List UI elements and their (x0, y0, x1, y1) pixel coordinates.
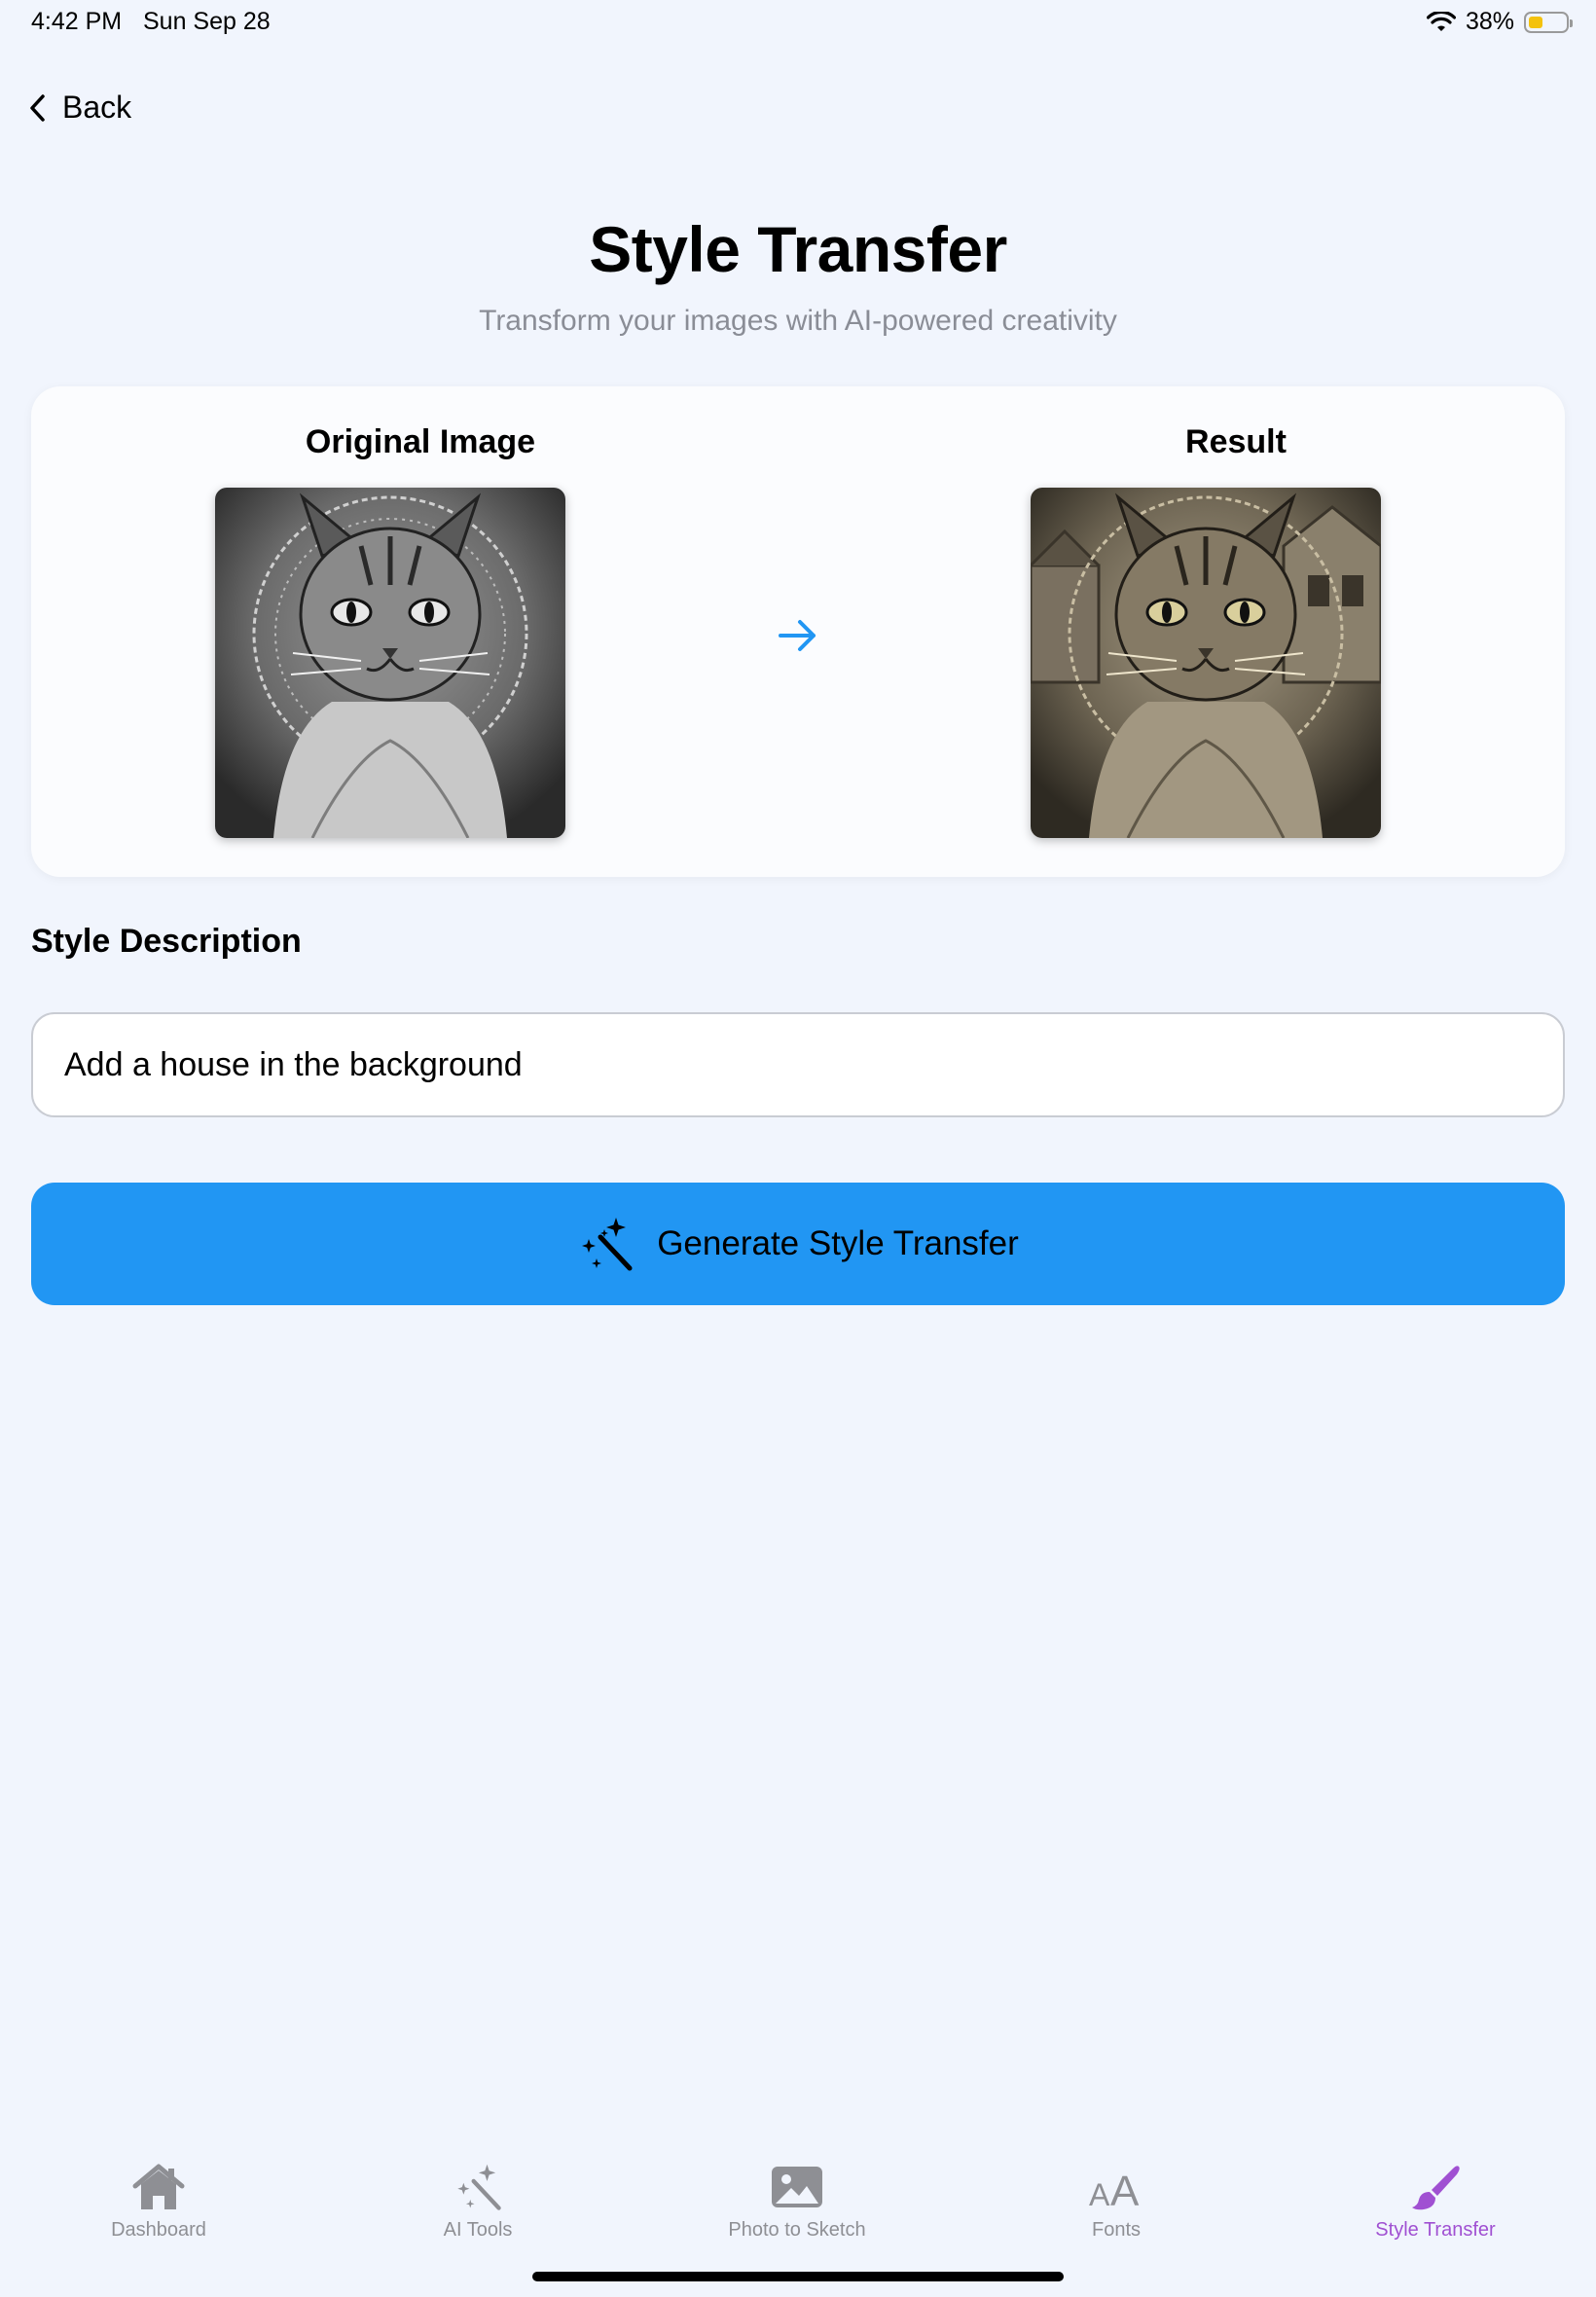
page-subtitle: Transform your images with AI-powered cr… (479, 305, 1117, 337)
tab-ai-tools[interactable]: AI Tools (342, 2161, 614, 2242)
photo-icon (768, 2161, 826, 2213)
arrow-right-icon (779, 620, 816, 651)
home-indicator[interactable] (532, 2272, 1064, 2281)
tab-style-transfer[interactable]: Style Transfer (1299, 2161, 1572, 2242)
page-title: Style Transfer (589, 213, 1007, 285)
comparison-card: Original Image Result (31, 386, 1565, 877)
tab-style-transfer-label: Style Transfer (1375, 2219, 1496, 2241)
tab-bar: Dashboard AI Tools Photo to Sketch A A F… (0, 2161, 1596, 2248)
magic-wand-icon (582, 1218, 633, 1271)
result-image[interactable] (1031, 488, 1381, 838)
style-description-input[interactable]: Add a house in the background (31, 1012, 1565, 1117)
chevron-left-icon (30, 93, 45, 122)
tab-dashboard-label: Dashboard (111, 2219, 206, 2241)
wifi-icon (1426, 11, 1456, 31)
tab-dashboard[interactable]: Dashboard (22, 2161, 295, 2242)
back-label: Back (62, 90, 132, 125)
generate-button-label: Generate Style Transfer (657, 1224, 1019, 1262)
generate-style-transfer-button[interactable]: Generate Style Transfer (31, 1183, 1565, 1305)
tab-fonts[interactable]: A A Fonts (980, 2161, 1252, 2242)
original-image[interactable] (215, 488, 565, 838)
house-icon (129, 2161, 188, 2213)
style-description-label: Style Description (31, 923, 302, 960)
tab-photo-to-sketch-label: Photo to Sketch (728, 2219, 866, 2241)
status-indicators: 38% (1426, 8, 1573, 36)
paintbrush-icon (1406, 2161, 1465, 2213)
style-description-value: Add a house in the background (64, 1045, 523, 1083)
original-image-label: Original Image (305, 423, 536, 460)
magic-wand-icon (449, 2161, 507, 2213)
text-size-icon: A A (1087, 2161, 1145, 2213)
svg-text:A: A (1089, 2177, 1110, 2209)
battery-icon (1524, 11, 1573, 33)
tab-ai-tools-label: AI Tools (443, 2219, 513, 2241)
status-time: 4:42 PM (31, 8, 123, 35)
tab-photo-to-sketch[interactable]: Photo to Sketch (661, 2161, 933, 2242)
svg-text:A: A (1110, 2168, 1140, 2209)
tab-fonts-label: Fonts (1091, 2219, 1142, 2241)
back-button[interactable]: Back (27, 90, 131, 126)
status-date: Sun Sep 28 (143, 8, 271, 35)
battery-percent: 38% (1465, 8, 1514, 35)
battery-level (1529, 16, 1542, 28)
result-label: Result (1185, 423, 1287, 460)
